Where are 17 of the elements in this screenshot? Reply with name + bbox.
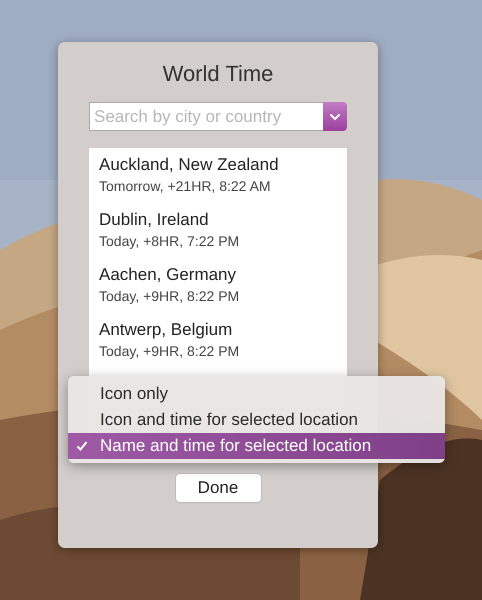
chevron-down-icon (329, 112, 341, 120)
location-time: Today, +9HR, 8:22 PM (99, 342, 240, 361)
location-name[interactable]: Dublin, Ireland (99, 209, 209, 231)
location-name[interactable]: Aachen, Germany (99, 264, 236, 286)
menu-item[interactable]: Icon only (68, 381, 445, 407)
menu-item[interactable]: Name and time for selected location (68, 433, 445, 459)
location-time: Tomorrow, +21HR, 8:22 AM (99, 177, 272, 196)
window-title: World Time (162, 60, 274, 88)
done-button[interactable]: Done (176, 474, 260, 502)
search-field[interactable]: Search by city or country (89, 102, 323, 131)
checkmark-icon (76, 440, 90, 452)
menu-item[interactable]: Icon and time for selected location (68, 407, 445, 433)
location-name[interactable]: Antwerp, Belgium (99, 319, 232, 341)
location-time: Today, +8HR, 7:22 PM (99, 232, 240, 251)
location-name[interactable]: Auckland, New Zealand (99, 154, 279, 176)
dropdown-button[interactable] (323, 102, 347, 131)
location-time: Today, +9HR, 8:22 PM (99, 287, 240, 306)
